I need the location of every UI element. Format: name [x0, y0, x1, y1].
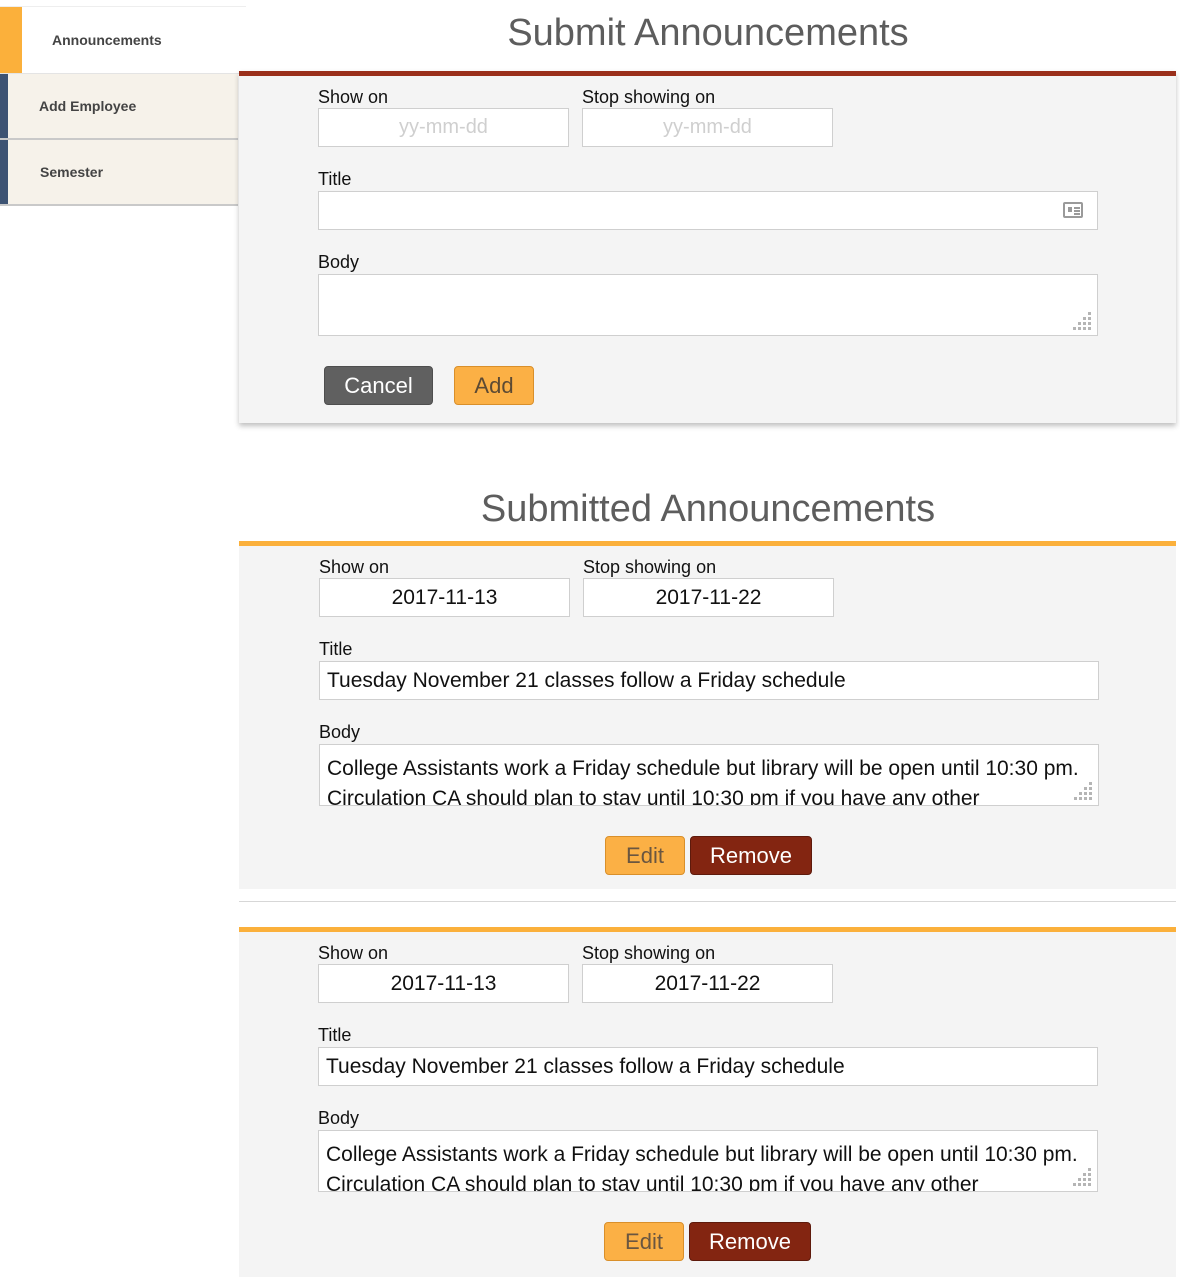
- show-on-date-input[interactable]: 2017-11-13: [318, 964, 569, 1003]
- title-input[interactable]: [318, 191, 1098, 230]
- item-indicator: [0, 74, 8, 138]
- resize-handle-icon[interactable]: [1074, 782, 1092, 800]
- stop-showing-date-input[interactable]: 2017-11-22: [583, 578, 834, 617]
- body-line: Circulation CA should plan to stay until…: [326, 1173, 979, 1192]
- edit-button[interactable]: Edit: [604, 1222, 684, 1261]
- sidebar-item-label: Announcements: [52, 32, 162, 48]
- sidebar-item-add-employee[interactable]: Add Employee: [0, 74, 238, 140]
- body-textarea[interactable]: [318, 274, 1098, 336]
- stop-showing-label: Stop showing on: [582, 87, 716, 107]
- add-button[interactable]: Add: [454, 366, 534, 405]
- body-line: College Assistants work a Friday schedul…: [326, 1143, 1078, 1166]
- sidebar-item-semester[interactable]: Semester: [0, 140, 238, 206]
- announcement-card: Show on Stop showing on 2017-11-13 2017-…: [239, 927, 1176, 1277]
- body-label: Body: [319, 722, 361, 742]
- sidebar-item-announcements[interactable]: Announcements: [0, 6, 246, 74]
- announcement-card: Show on Stop showing on 2017-11-13 2017-…: [239, 541, 1176, 889]
- title-input[interactable]: Tuesday November 21 classes follow a Fri…: [319, 661, 1099, 700]
- active-indicator: [0, 7, 22, 73]
- divider: [239, 901, 1176, 902]
- stop-showing-date-input[interactable]: 2017-11-22: [582, 964, 833, 1003]
- show-on-label: Show on: [319, 557, 390, 577]
- stop-showing-date-input[interactable]: yy-mm-dd: [582, 108, 833, 147]
- show-on-date-input[interactable]: yy-mm-dd: [318, 108, 569, 147]
- body-textarea[interactable]: College Assistants work a Friday schedul…: [319, 744, 1099, 806]
- submit-announcement-form: Show on Stop showing on yy-mm-dd yy-mm-d…: [239, 71, 1176, 423]
- resize-handle-icon[interactable]: [1073, 312, 1091, 330]
- title-label: Title: [318, 1025, 352, 1045]
- remove-button[interactable]: Remove: [689, 1222, 811, 1261]
- cancel-button[interactable]: Cancel: [324, 366, 433, 405]
- sidebar-item-label: Semester: [40, 164, 104, 180]
- body-line: College Assistants work a Friday schedul…: [327, 757, 1079, 780]
- title-label: Title: [318, 169, 352, 189]
- contact-card-icon[interactable]: [1063, 202, 1083, 218]
- body-line: Circulation CA should plan to stay until…: [327, 787, 980, 806]
- show-on-label: Show on: [318, 87, 389, 107]
- stop-showing-label: Stop showing on: [583, 557, 717, 577]
- sidebar-item-label: Add Employee: [39, 98, 137, 114]
- body-label: Body: [318, 1108, 360, 1128]
- resize-handle-icon[interactable]: [1073, 1168, 1091, 1186]
- item-indicator: [0, 140, 8, 204]
- remove-button[interactable]: Remove: [690, 836, 812, 875]
- stop-showing-label: Stop showing on: [582, 943, 716, 963]
- title-label: Title: [319, 639, 353, 659]
- sidebar: Announcements Add Employee Semester: [0, 6, 246, 206]
- submitted-announcements-heading: Submitted Announcements: [480, 488, 936, 530]
- edit-button[interactable]: Edit: [605, 836, 685, 875]
- body-label: Body: [318, 252, 360, 272]
- body-textarea[interactable]: College Assistants work a Friday schedul…: [318, 1130, 1098, 1192]
- show-on-label: Show on: [318, 943, 389, 963]
- title-input[interactable]: Tuesday November 21 classes follow a Fri…: [318, 1047, 1098, 1086]
- show-on-date-input[interactable]: 2017-11-13: [319, 578, 570, 617]
- page-title: Submit Announcements: [507, 12, 909, 54]
